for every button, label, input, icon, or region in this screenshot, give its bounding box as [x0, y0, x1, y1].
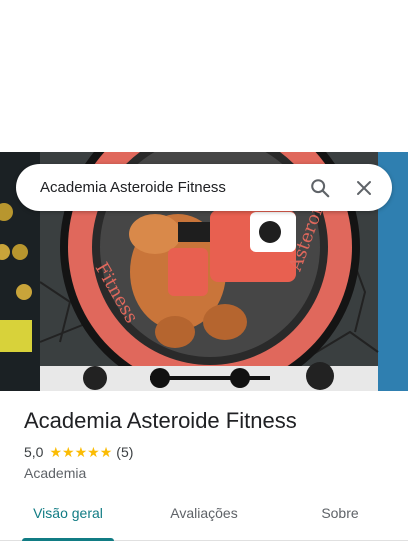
star-icon: ★: [49, 444, 63, 460]
rating-row[interactable]: 5,0 ★ ★ ★ ★ ★ (5): [24, 444, 133, 460]
rating-value: 5,0: [24, 444, 44, 460]
rating-stars: ★ ★ ★ ★ ★: [49, 444, 112, 460]
star-icon: ★: [87, 444, 100, 460]
star-icon: ★: [62, 444, 75, 460]
tab-overview[interactable]: Visão geral: [0, 492, 136, 541]
search-icon: [311, 178, 330, 197]
search-button[interactable]: [298, 166, 342, 210]
star-icon: ★: [99, 444, 113, 460]
clear-search-button[interactable]: [342, 166, 386, 210]
review-count[interactable]: (5): [116, 444, 133, 460]
search-input[interactable]: Academia Asteroide Fitness: [40, 179, 298, 196]
place-tabs: Visão geral Avaliações Sobre: [0, 492, 408, 541]
place-title: Academia Asteroide Fitness: [24, 408, 297, 433]
star-icon: ★: [74, 444, 88, 460]
place-category[interactable]: Academia: [24, 465, 86, 481]
tab-about[interactable]: Sobre: [272, 492, 408, 540]
tab-reviews[interactable]: Avaliações: [136, 492, 272, 540]
search-bar[interactable]: Academia Asteroide Fitness: [16, 164, 392, 211]
close-icon: [357, 180, 371, 195]
